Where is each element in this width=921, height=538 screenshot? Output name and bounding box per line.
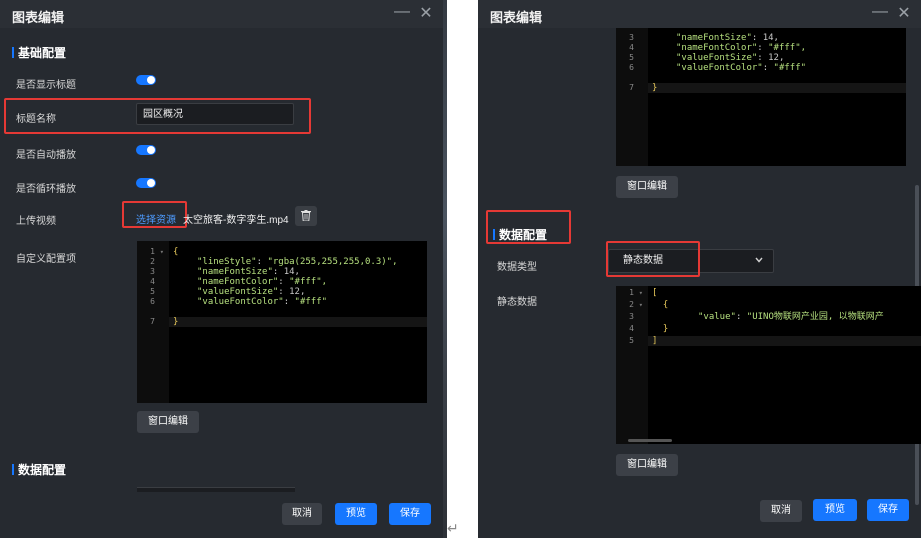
toggle-knob bbox=[147, 179, 155, 187]
dialog-titlebar: 图表编辑 — ✕ bbox=[478, 0, 921, 28]
section-basic-title: 基础配置 bbox=[18, 46, 67, 60]
code-line: "valueFontColor": "#fff" bbox=[676, 63, 807, 73]
section-data-config: 数据配置 bbox=[12, 461, 66, 478]
code-line: } bbox=[652, 83, 658, 93]
line-number: 2 ▾ bbox=[629, 300, 643, 309]
section-data-title: 数据配置 bbox=[18, 463, 67, 477]
code-line: [ bbox=[652, 288, 658, 298]
title-name-input[interactable]: 园区概况 bbox=[136, 103, 294, 125]
code-line: "valueFontSize": 12, bbox=[676, 53, 785, 63]
custom-config-code-editor[interactable]: 1 ▾ 2 3 4 5 6 7 { "lineStyle": "rgba(255,… bbox=[137, 241, 427, 403]
line-number: 6 bbox=[150, 297, 155, 306]
dialog-title: 图表编辑 bbox=[490, 10, 543, 25]
upload-video-label: 上传视频 bbox=[16, 216, 56, 227]
code-line: ] bbox=[652, 336, 658, 346]
line-number: 6 bbox=[629, 63, 634, 72]
line-number: 3 bbox=[629, 312, 634, 321]
loop-toggle[interactable] bbox=[136, 178, 156, 188]
section-accent-bar bbox=[493, 229, 495, 240]
window-edit-button[interactable]: 窗口编辑 bbox=[137, 411, 199, 433]
code-line: "nameFontSize": 14, bbox=[197, 267, 300, 277]
show-title-label: 是否显示标题 bbox=[16, 80, 76, 91]
save-button[interactable]: 保存 bbox=[867, 499, 909, 521]
line-number: 5 bbox=[629, 336, 634, 345]
custom-config-code-editor[interactable]: 3 4 5 6 7 "nameFontSize": 14, "nameFontC… bbox=[616, 28, 906, 166]
code-line: { bbox=[652, 300, 669, 310]
line-number: 5 bbox=[629, 53, 634, 62]
chevron-down-icon bbox=[755, 250, 763, 272]
code-line: "valueFontSize": 12, bbox=[197, 287, 306, 297]
line-number: 4 bbox=[150, 277, 155, 286]
dialog-titlebar: 图表编辑 — ✕ bbox=[0, 0, 443, 28]
code-line: } bbox=[173, 317, 179, 327]
loop-label: 是否循环播放 bbox=[16, 184, 76, 195]
section-data-title: 数据配置 bbox=[499, 228, 548, 242]
cancel-button[interactable]: 取消 bbox=[760, 500, 802, 522]
video-file-name: 太空旅客-数字孪生.mp4 bbox=[183, 215, 289, 226]
code-line: "nameFontSize": 14, bbox=[676, 33, 779, 43]
minimize-icon[interactable]: — bbox=[394, 3, 410, 23]
line-number: 7 bbox=[150, 317, 155, 326]
chart-edit-dialog-right: 图表编辑 — ✕ 3 4 5 6 7 "nameFontSize": 14, "… bbox=[478, 0, 921, 538]
title-name-label: 标题名称 bbox=[16, 114, 56, 125]
dialog-title: 图表编辑 bbox=[12, 10, 65, 25]
line-number: 3 bbox=[150, 267, 155, 276]
data-type-label: 数据类型 bbox=[497, 262, 537, 273]
line-number: 4 bbox=[629, 43, 634, 52]
show-title-toggle[interactable] bbox=[136, 75, 156, 85]
static-data-code-editor[interactable]: 1 ▾ 2 ▾ 3 4 5 [ { "value": "UINO物联网产业园, 以物… bbox=[616, 286, 921, 444]
data-type-select-partial[interactable] bbox=[137, 487, 295, 492]
data-type-value: 静态数据 bbox=[623, 255, 663, 266]
code-line: } bbox=[652, 324, 669, 334]
custom-config-label: 自定义配置项 bbox=[16, 254, 76, 265]
static-data-label: 静态数据 bbox=[497, 297, 537, 308]
window-edit-button-2[interactable]: 窗口编辑 bbox=[616, 454, 678, 476]
line-number: 7 bbox=[629, 83, 634, 92]
select-resource-link[interactable]: 选择资源 bbox=[136, 211, 176, 226]
section-accent-bar bbox=[12, 47, 14, 58]
save-button[interactable]: 保存 bbox=[389, 503, 431, 525]
close-icon[interactable]: ✕ bbox=[418, 3, 434, 23]
line-number: 1 ▾ bbox=[629, 288, 643, 297]
cancel-button[interactable]: 取消 bbox=[282, 503, 322, 525]
section-accent-bar bbox=[12, 464, 14, 475]
autoplay-label: 是否自动播放 bbox=[16, 150, 76, 161]
editor-active-line bbox=[648, 83, 906, 93]
background-strip bbox=[443, 0, 478, 538]
delete-file-button[interactable] bbox=[295, 206, 317, 226]
return-icon: ↵ bbox=[447, 520, 459, 536]
preview-button[interactable]: 预览 bbox=[335, 503, 377, 525]
autoplay-toggle[interactable] bbox=[136, 145, 156, 155]
line-number: 4 bbox=[629, 324, 634, 333]
line-number: 3 bbox=[629, 33, 634, 42]
line-number: 2 bbox=[150, 257, 155, 266]
code-line: "lineStyle": "rgba(255,255,255,0.3)", bbox=[197, 257, 398, 267]
section-basic-config: 基础配置 bbox=[12, 44, 66, 61]
section-data-config: 数据配置 bbox=[493, 226, 547, 243]
code-line: "nameFontColor": "#fff", bbox=[197, 277, 328, 287]
code-line: "valueFontColor": "#fff" bbox=[197, 297, 328, 307]
close-icon[interactable]: ✕ bbox=[896, 3, 912, 23]
trash-icon bbox=[301, 210, 311, 222]
background-edge bbox=[443, 0, 447, 538]
minimize-icon[interactable]: — bbox=[872, 3, 888, 23]
line-number: 5 bbox=[150, 287, 155, 296]
code-line: "value": "UINO物联网产业园, 以物联网产 bbox=[698, 312, 884, 322]
line-number: 1 ▾ bbox=[150, 247, 164, 256]
editor-active-line bbox=[648, 336, 921, 346]
code-line: "nameFontColor": "#fff", bbox=[676, 43, 807, 53]
toggle-knob bbox=[147, 146, 155, 154]
window-edit-button[interactable]: 窗口编辑 bbox=[616, 176, 678, 198]
editor-active-line bbox=[169, 317, 427, 327]
chart-edit-dialog-left: 图表编辑 — ✕ 基础配置 是否显示标题 标题名称 园区概况 是否自动播放 是否… bbox=[0, 0, 443, 538]
code-line: { bbox=[173, 247, 179, 257]
preview-button[interactable]: 预览 bbox=[813, 499, 857, 521]
toggle-knob bbox=[147, 76, 155, 84]
data-type-select[interactable]: 静态数据 bbox=[608, 249, 774, 273]
editor-horizontal-scrollbar[interactable] bbox=[628, 439, 672, 442]
